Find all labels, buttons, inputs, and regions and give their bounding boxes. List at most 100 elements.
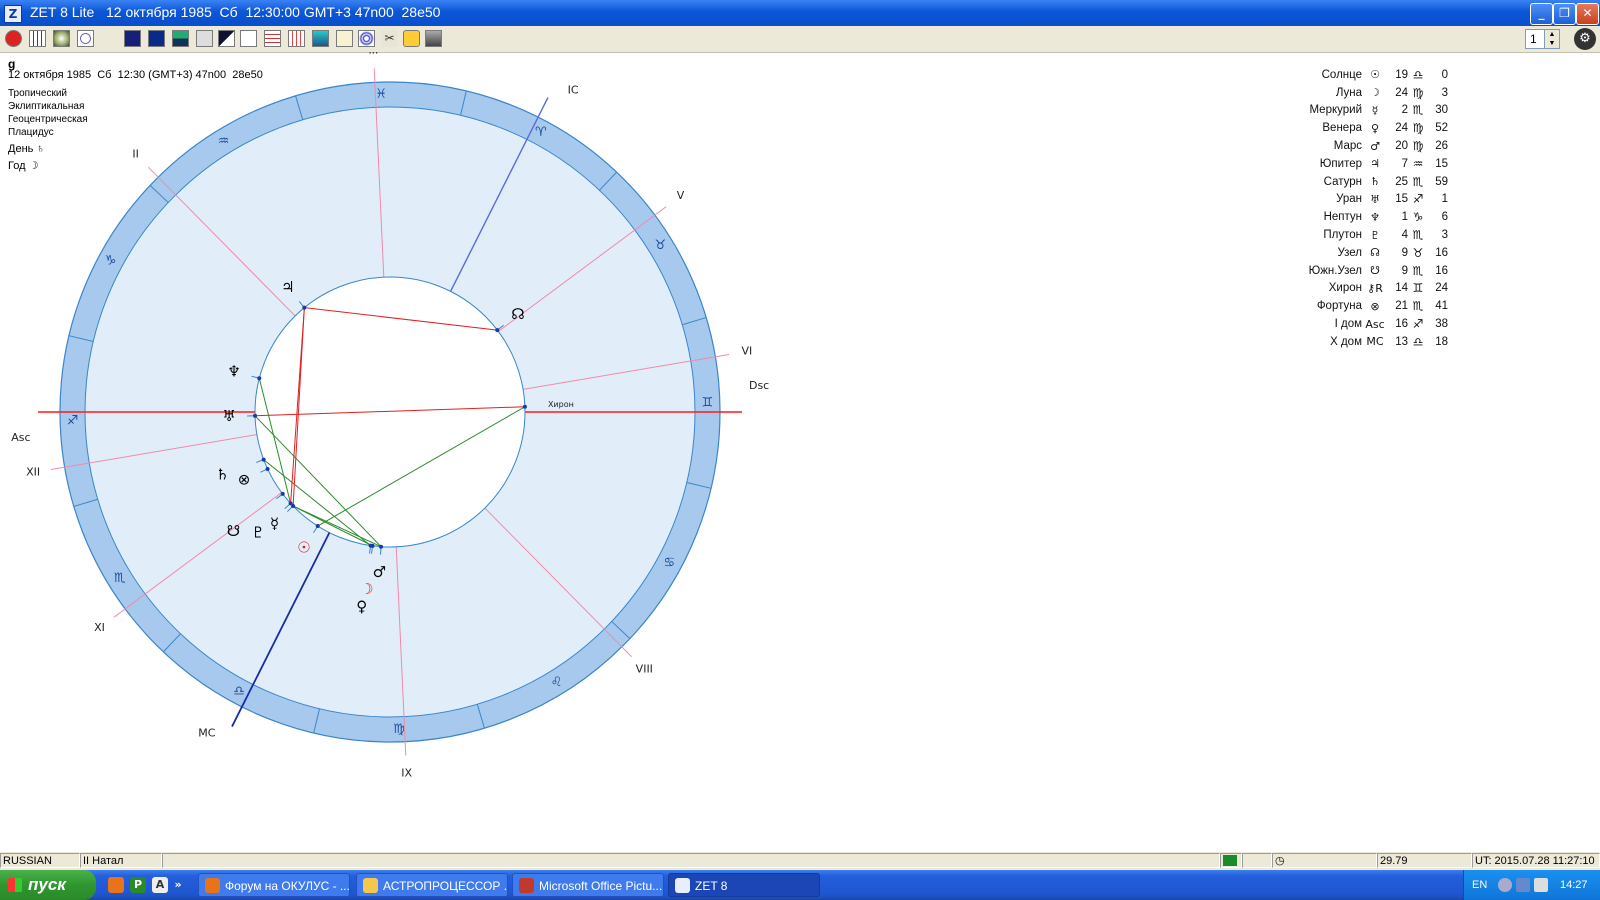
red-star-icon[interactable] [5, 30, 22, 47]
target-icon[interactable] [358, 30, 375, 47]
notepad-icon[interactable] [240, 30, 257, 47]
planet-minute: 41 [1435, 300, 1448, 313]
navy-square-icon[interactable] [124, 30, 141, 47]
house-number-label: VIII [636, 663, 653, 676]
zodiac-sign-icon: ♐ [67, 414, 79, 429]
planet-row: X дом MC 13 ♎ 18 [1272, 333, 1448, 351]
zodiac-sign-icon: ♏ [1412, 103, 1424, 118]
planet-minute: 6 [1441, 211, 1448, 224]
quicklaunch-more-icon[interactable]: » [173, 877, 183, 893]
planet-glyph-icon: ☊ [1370, 246, 1380, 260]
start-button[interactable]: пуск [0, 870, 96, 900]
planet-minute: 16 [1435, 246, 1448, 259]
zodiac-sign-icon: ♐ [1412, 192, 1424, 207]
planet-glyph-icon: ⊗ [238, 470, 251, 488]
star-map-icon[interactable] [148, 30, 165, 47]
planet-dot [261, 457, 266, 462]
planet-dot [265, 466, 270, 471]
planet-name: Сатурн [1323, 175, 1362, 188]
zodiac-sign-icon: ♍ [393, 722, 405, 737]
zodiac-sign-icon: ♐ [1412, 317, 1424, 332]
planet-row: Венера ♀ 24 ♍ 52 [1272, 119, 1448, 137]
publisher-icon[interactable]: P [130, 877, 146, 893]
zodiac-sign-icon: ♍ [1412, 121, 1424, 136]
bar-table-icon[interactable] [264, 30, 281, 47]
chart-box-icon[interactable] [172, 30, 189, 47]
document-icon[interactable] [336, 30, 353, 47]
close-button[interactable]: ✕ [1576, 3, 1599, 25]
globe-map-icon[interactable] [53, 30, 70, 47]
taskbar-button[interactable]: Форум на ОКУЛУС - ... [198, 873, 350, 897]
language-indicator[interactable]: EN [1472, 879, 1487, 891]
planet-dot [280, 491, 285, 496]
planet-glyph-icon: ☿ [1371, 103, 1379, 117]
planet-minute: 38 [1435, 318, 1448, 331]
planet-row: Уран ♅ 15 ♐ 1 [1272, 191, 1448, 209]
planet-glyph-icon: ☋ [227, 522, 240, 540]
planet-row: Фортуна ⊗ 21 ♏ 41 [1272, 297, 1448, 315]
tool-bracket-icon[interactable] [218, 30, 235, 47]
planet-glyph-icon: Asc [1365, 317, 1385, 331]
copy-icon[interactable] [196, 30, 213, 47]
planet-glyph-icon: ♇ [251, 524, 264, 542]
planet-name: Венера [1322, 122, 1362, 135]
minimize-button[interactable]: _ [1530, 3, 1553, 25]
taskbar-button[interactable]: ZET 8 [668, 873, 820, 897]
circle-chart-icon[interactable] [77, 30, 94, 47]
planet-degree: 16 [1395, 318, 1408, 331]
planet-dot [257, 376, 262, 381]
planet-minute: 15 [1435, 157, 1448, 170]
planet-degree: 1 [1401, 211, 1408, 224]
maximize-button[interactable]: ❐ [1553, 3, 1576, 25]
zodiac-sign-icon: ♏ [1412, 174, 1424, 189]
house-number-label: XII [26, 466, 40, 479]
zodiac-sign-icon: ♒ [1412, 156, 1424, 171]
network-icon[interactable] [1516, 878, 1530, 892]
house-number-label: II [132, 147, 139, 160]
clock-icon: ◷ [1275, 855, 1285, 867]
planet-minute: 0 [1441, 68, 1448, 81]
calendar-grid-icon[interactable] [29, 30, 46, 47]
planet-name: Марс [1333, 140, 1362, 153]
red-grid-icon[interactable] [288, 30, 305, 47]
planet-row: Марс ♂ 20 ♍ 26 [1272, 137, 1448, 155]
natal-chart-wheel[interactable]: ♈♉♊♋♌♍♎♏♐♑♒♓AscIIIIIICVVIDscVIIIIXMCXIXI… [0, 52, 820, 842]
teal-image-icon[interactable] [312, 30, 329, 47]
settings-icon[interactable]: ⚙ [1574, 28, 1596, 50]
status-value: 29.79 [1377, 853, 1472, 868]
window-number-spinner[interactable]: 1 ▲ ▼ [1525, 29, 1560, 49]
access-icon[interactable]: A [152, 877, 168, 893]
planet-dot [253, 413, 258, 418]
print-icon[interactable] [425, 30, 442, 47]
window-title: ZET 8 Lite 12 октября 1985 Сб 12:30:00 G… [30, 4, 441, 20]
keyboard-layout-icon[interactable] [1534, 878, 1548, 892]
zet-logo-icon[interactable]: Z [4, 5, 22, 23]
planet-name: Фортуна [1316, 300, 1362, 313]
spinner-arrows[interactable]: ▲ ▼ [1544, 30, 1559, 48]
person-alert-icon[interactable] [403, 30, 420, 47]
firefox-icon[interactable] [108, 877, 124, 893]
house-number-label: VI [742, 344, 753, 357]
planet-name: Узел [1337, 246, 1362, 259]
back-arrow-icon[interactable] [1498, 878, 1512, 892]
zodiac-sign-icon: ♈ [535, 125, 547, 140]
planet-glyph-icon: ♀ [1370, 121, 1380, 135]
taskbar-button[interactable]: Microsoft Office Pictu... [512, 873, 664, 897]
zodiac-sign-icon: ♏ [1412, 228, 1424, 243]
scissors-tools-icon[interactable]: ✂ [381, 30, 398, 47]
zodiac-sign-icon: ♏ [1412, 299, 1424, 314]
office-picture-icon [519, 878, 534, 893]
angle-label: Asc [11, 431, 30, 444]
planet-glyph-icon: ☽ [360, 580, 373, 598]
planet-degree: 9 [1401, 246, 1408, 259]
planet-glyph-icon: ♄ [1370, 175, 1380, 189]
angle-label: IC [568, 84, 579, 97]
zodiac-sign-icon: ♏ [114, 571, 126, 586]
planet-row: Луна ☽ 24 ♍ 3 [1272, 84, 1448, 102]
planet-name: I дом [1334, 318, 1362, 331]
planet-name: Луна [1335, 86, 1362, 99]
firefox-icon [205, 878, 220, 893]
zodiac-sign-icon: ♌ [551, 675, 563, 690]
house-number-label: XI [94, 621, 105, 634]
taskbar-button[interactable]: АСТРОПРОЦЕССОР ... [356, 873, 508, 897]
